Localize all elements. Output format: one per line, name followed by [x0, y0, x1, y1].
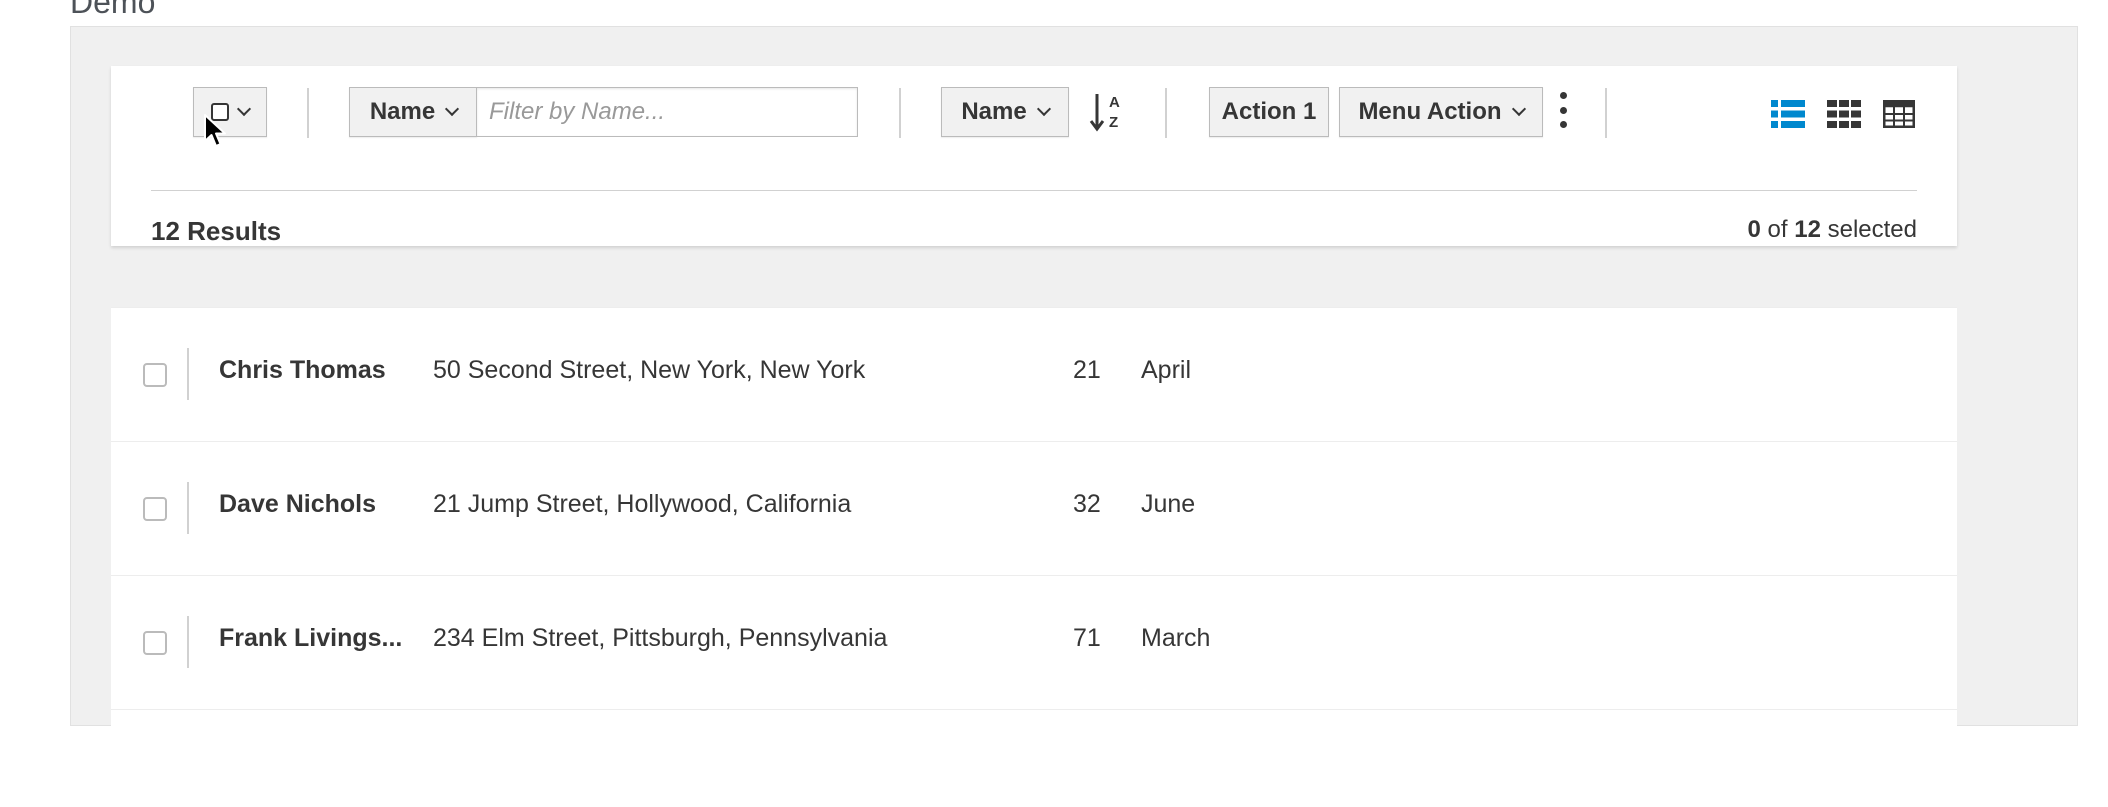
row-name: Chris Thomas [219, 356, 386, 384]
row-separator [187, 482, 189, 534]
toolbar-separator [307, 88, 309, 138]
list-view: Chris Thomas 50 Second Street, New York,… [111, 307, 1957, 807]
toolbar: Name Name A Z Action 1 Menu Action [111, 66, 1957, 246]
row-name: Frank Livings... [219, 624, 403, 652]
toolbar-controls: Name Name A Z Action 1 Menu Action [111, 66, 1957, 190]
kebab-menu-icon[interactable] [1557, 92, 1569, 128]
row-checkbox[interactable] [143, 363, 167, 387]
chevron-down-icon [1036, 101, 1051, 117]
row-address: 234 Elm Street, Pittsburgh, Pennsylvania [433, 624, 888, 652]
chevron-down-icon [236, 101, 252, 117]
svg-text:Z: Z [1109, 114, 1118, 131]
row-age: 21 [1073, 356, 1101, 384]
sort-field-dropdown[interactable]: Name [941, 87, 1069, 137]
sort-alpha-ascending-icon[interactable]: A Z [1089, 88, 1125, 134]
selection-summary: 0 of 12 selected [1747, 216, 1917, 243]
toolbar-separator [1605, 88, 1607, 138]
row-separator [187, 616, 189, 668]
row-separator [187, 348, 189, 400]
row-age: 32 [1073, 490, 1101, 518]
bulk-select-checkbox-icon [211, 103, 229, 121]
total-count: 12 [1794, 216, 1821, 243]
list-view-icon[interactable] [1771, 100, 1805, 128]
row-name: Dave Nichols [219, 490, 377, 518]
page-title: Demo [70, 0, 156, 20]
row-month: June [1141, 490, 1196, 518]
chevron-down-icon [1511, 101, 1526, 117]
demo-panel: Name Name A Z Action 1 Menu Action [70, 26, 2078, 807]
results-count: 12 Results [151, 216, 282, 246]
list-item[interactable]: Frank Livings... 234 Elm Street, Pittsbu… [111, 576, 1957, 710]
svg-text:A: A [1109, 94, 1120, 111]
sort-field-label: Name [961, 98, 1027, 125]
filter-field-dropdown[interactable]: Name [349, 87, 477, 137]
list-item[interactable]: Chris Thomas 50 Second Street, New York,… [111, 308, 1957, 442]
row-checkbox[interactable] [143, 497, 167, 521]
list-item[interactable]: Dave Nichols 21 Jump Street, Hollywood, … [111, 442, 1957, 576]
action-1-button[interactable]: Action 1 [1209, 87, 1329, 137]
toolbar-divider [151, 190, 1917, 191]
row-address: 50 Second Street, New York, New York [433, 356, 866, 384]
selected-count: 0 [1747, 216, 1761, 243]
row-month: March [1141, 624, 1211, 652]
bulk-select-dropdown[interactable] [193, 87, 267, 137]
row-age: 71 [1073, 624, 1101, 652]
menu-action-dropdown[interactable]: Menu Action [1339, 87, 1543, 137]
card-view-icon[interactable] [1827, 100, 1861, 128]
table-view-icon[interactable] [1883, 100, 1915, 128]
row-checkbox[interactable] [143, 631, 167, 655]
toolbar-separator [899, 88, 901, 138]
filter-field-label: Name [369, 98, 436, 125]
chevron-down-icon [445, 101, 460, 117]
row-address: 21 Jump Street, Hollywood, California [433, 490, 852, 518]
toolbar-separator [1165, 88, 1167, 138]
row-month: April [1141, 356, 1192, 384]
filter-input[interactable] [476, 87, 858, 137]
